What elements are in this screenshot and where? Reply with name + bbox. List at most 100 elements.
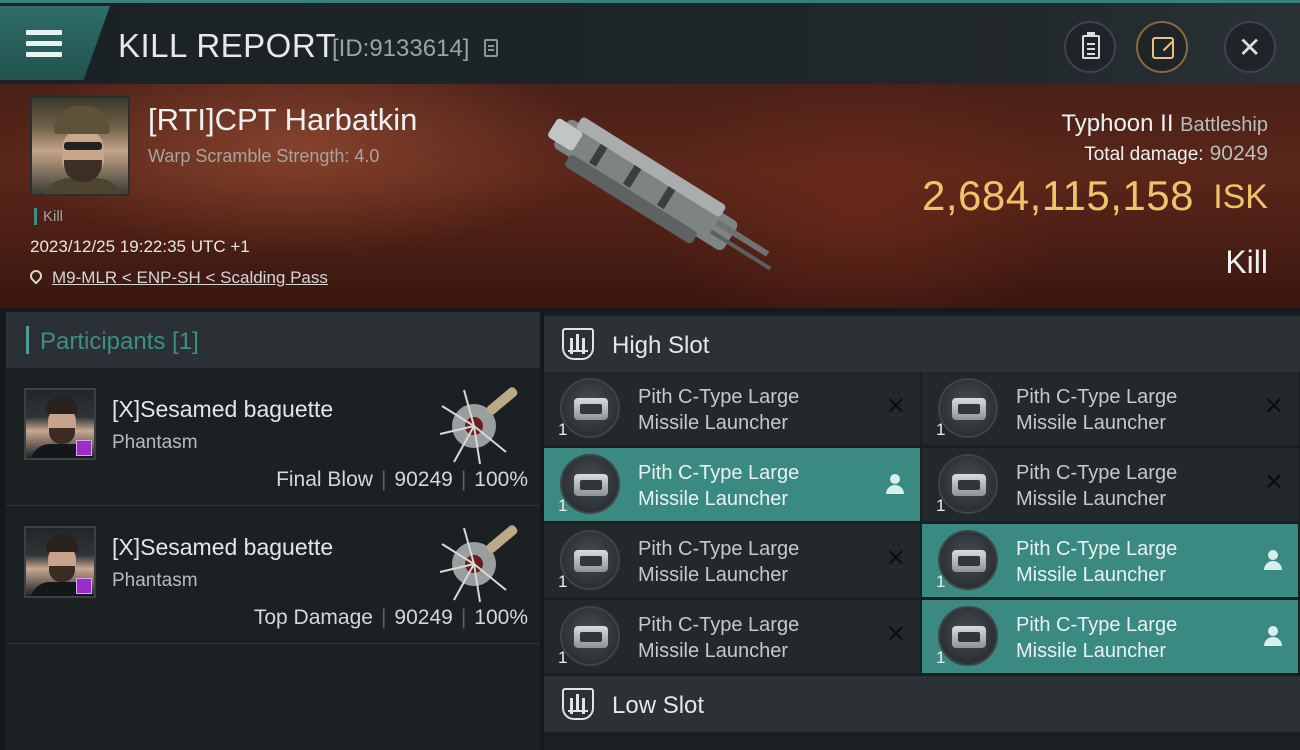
person-icon bbox=[1264, 626, 1282, 646]
module-quantity: 1 bbox=[558, 648, 568, 667]
module-name-line1: Pith C-Type Large bbox=[1016, 538, 1178, 560]
ship-type: Typhoon II Battleship bbox=[1061, 110, 1268, 138]
participant-damage: 90249 bbox=[394, 606, 453, 629]
missile-launcher-icon bbox=[560, 454, 620, 514]
missile-launcher-icon bbox=[938, 454, 998, 514]
ship-name: Typhoon II bbox=[1061, 110, 1174, 137]
module-item[interactable]: 1 Pith C-Type Large Missile Launcher ✕ bbox=[922, 372, 1298, 445]
ship-image[interactable] bbox=[510, 102, 790, 292]
total-damage-label: Total damage: bbox=[1084, 144, 1204, 165]
module-name: Pith C-Type Large Missile Launcher bbox=[1016, 460, 1246, 512]
share-button[interactable] bbox=[1136, 21, 1188, 73]
participant-avatar[interactable] bbox=[24, 526, 96, 598]
participant-role: Top Damage bbox=[253, 606, 373, 629]
map-pin-icon bbox=[27, 267, 45, 285]
module-item[interactable]: 1 Pith C-Type Large Missile Launcher ✕ bbox=[922, 448, 1298, 521]
participant-row[interactable]: [X]Sesamed baguette Phantasm Top Damage |… bbox=[6, 508, 540, 644]
participant-percent: 100% bbox=[474, 606, 528, 629]
module-name-line1: Pith C-Type Large bbox=[1016, 386, 1178, 408]
participants-panel: Participants [1] [X]Sesamed baguette Pha… bbox=[6, 312, 540, 750]
victim-pilot-name[interactable]: [RTI]CPT Harbatkin bbox=[148, 102, 417, 138]
module-name: Pith C-Type Large Missile Launcher bbox=[638, 612, 868, 664]
security-badge-icon bbox=[76, 440, 92, 456]
victim-avatar[interactable] bbox=[30, 96, 130, 196]
participant-stats: Final Blow | 90249 | 100% bbox=[276, 468, 528, 491]
participant-row[interactable]: [X]Sesamed baguette Phantasm Final Blow |… bbox=[6, 370, 540, 506]
module-item[interactable]: 1 Pith C-Type Large Missile Launcher bbox=[922, 524, 1298, 597]
share-icon bbox=[1152, 37, 1174, 59]
module-name-line2: Missile Launcher bbox=[638, 640, 789, 662]
participant-stats: Top Damage | 90249 | 100% bbox=[253, 606, 528, 629]
module-quantity: 1 bbox=[558, 496, 568, 515]
fitting-panel: High Slot 1 Pith C-Type Large Missile Laun… bbox=[544, 312, 1300, 750]
low-slot-header: Low Slot bbox=[544, 676, 1300, 732]
x-icon: ✕ bbox=[885, 620, 906, 648]
x-icon: ✕ bbox=[1263, 392, 1284, 420]
title-bar: KILL REPORT [ID:9133614] ✕ bbox=[0, 0, 1300, 84]
slot-icon bbox=[562, 328, 594, 360]
close-icon: ✕ bbox=[1238, 31, 1262, 64]
participant-name: [X]Sesamed baguette bbox=[112, 534, 334, 560]
module-name-line2: Missile Launcher bbox=[1016, 564, 1167, 586]
module-name-line1: Pith C-Type Large bbox=[1016, 462, 1178, 484]
participant-ship: Phantasm bbox=[112, 432, 198, 453]
module-item[interactable]: 1 Pith C-Type Large Missile Launcher ✕ bbox=[544, 524, 920, 597]
x-icon: ✕ bbox=[885, 392, 906, 420]
slot-icon bbox=[562, 688, 594, 720]
x-icon: ✕ bbox=[885, 544, 906, 572]
warp-scramble-strength: Warp Scramble Strength: 4.0 bbox=[148, 146, 380, 166]
report-id: [ID:9133614] bbox=[332, 35, 470, 62]
module-name: Pith C-Type Large Missile Launcher bbox=[638, 460, 868, 512]
module-name-line2: Missile Launcher bbox=[1016, 488, 1167, 510]
participant-role: Final Blow bbox=[276, 468, 373, 491]
close-button[interactable]: ✕ bbox=[1224, 21, 1276, 73]
missile-launcher-icon bbox=[560, 606, 620, 666]
module-name: Pith C-Type Large Missile Launcher bbox=[1016, 612, 1246, 664]
ship-class: Battleship bbox=[1180, 114, 1268, 136]
module-name: Pith C-Type Large Missile Launcher bbox=[1016, 384, 1246, 436]
module-name-line2: Missile Launcher bbox=[1016, 640, 1167, 662]
module-name-line2: Missile Launcher bbox=[638, 488, 789, 510]
security-badge-icon bbox=[76, 578, 92, 594]
module-item[interactable]: 1 Pith C-Type Large Missile Launcher bbox=[544, 448, 920, 521]
missile-launcher-icon bbox=[560, 378, 620, 438]
kill-tag: Kill bbox=[34, 208, 63, 225]
x-icon: ✕ bbox=[1263, 468, 1284, 496]
module-item[interactable]: 1 Pith C-Type Large Missile Launcher ✕ bbox=[544, 600, 920, 673]
module-name-line1: Pith C-Type Large bbox=[638, 614, 800, 636]
module-name-line2: Missile Launcher bbox=[638, 412, 789, 434]
module-name: Pith C-Type Large Missile Launcher bbox=[1016, 536, 1246, 588]
module-quantity: 1 bbox=[558, 420, 568, 439]
module-name: Pith C-Type Large Missile Launcher bbox=[638, 384, 868, 436]
person-icon bbox=[886, 474, 904, 494]
missile-launcher-icon bbox=[938, 530, 998, 590]
high-slot-title: High Slot bbox=[612, 332, 710, 359]
victim-banner: [RTI]CPT Harbatkin Warp Scramble Strengt… bbox=[0, 84, 1300, 308]
hamburger-icon bbox=[26, 30, 62, 58]
module-item[interactable]: 1 Pith C-Type Large Missile Launcher ✕ bbox=[544, 372, 920, 445]
menu-button[interactable] bbox=[0, 6, 110, 80]
kill-timestamp: 2023/12/25 19:22:35 UTC +1 bbox=[30, 237, 250, 256]
kill-location-link[interactable]: M9-MLR < ENP-SH < Scalding Pass bbox=[52, 268, 328, 288]
module-name-line1: Pith C-Type Large bbox=[1016, 614, 1178, 636]
page-title: KILL REPORT bbox=[118, 27, 337, 64]
clipboard-icon bbox=[1082, 32, 1100, 59]
participant-name: [X]Sesamed baguette bbox=[112, 396, 334, 422]
missile-launcher-icon bbox=[560, 530, 620, 590]
module-name-line1: Pith C-Type Large bbox=[638, 386, 800, 408]
module-name-line2: Missile Launcher bbox=[638, 564, 789, 586]
ship-icon bbox=[439, 387, 518, 465]
module-quantity: 1 bbox=[936, 572, 946, 591]
low-slot-title: Low Slot bbox=[612, 692, 705, 719]
copy-icon[interactable] bbox=[484, 39, 498, 57]
participant-avatar[interactable] bbox=[24, 388, 96, 460]
module-name: Pith C-Type Large Missile Launcher bbox=[638, 536, 868, 588]
module-item[interactable]: 1 Pith C-Type Large Missile Launcher bbox=[922, 600, 1298, 673]
module-quantity: 1 bbox=[936, 648, 946, 667]
ship-icon bbox=[439, 525, 518, 603]
total-damage-value: 90249 bbox=[1209, 142, 1268, 165]
high-slot-header: High Slot bbox=[544, 316, 1300, 372]
clipboard-button[interactable] bbox=[1064, 21, 1116, 73]
person-icon bbox=[1264, 550, 1282, 570]
participants-header: Participants [1] bbox=[6, 312, 540, 368]
